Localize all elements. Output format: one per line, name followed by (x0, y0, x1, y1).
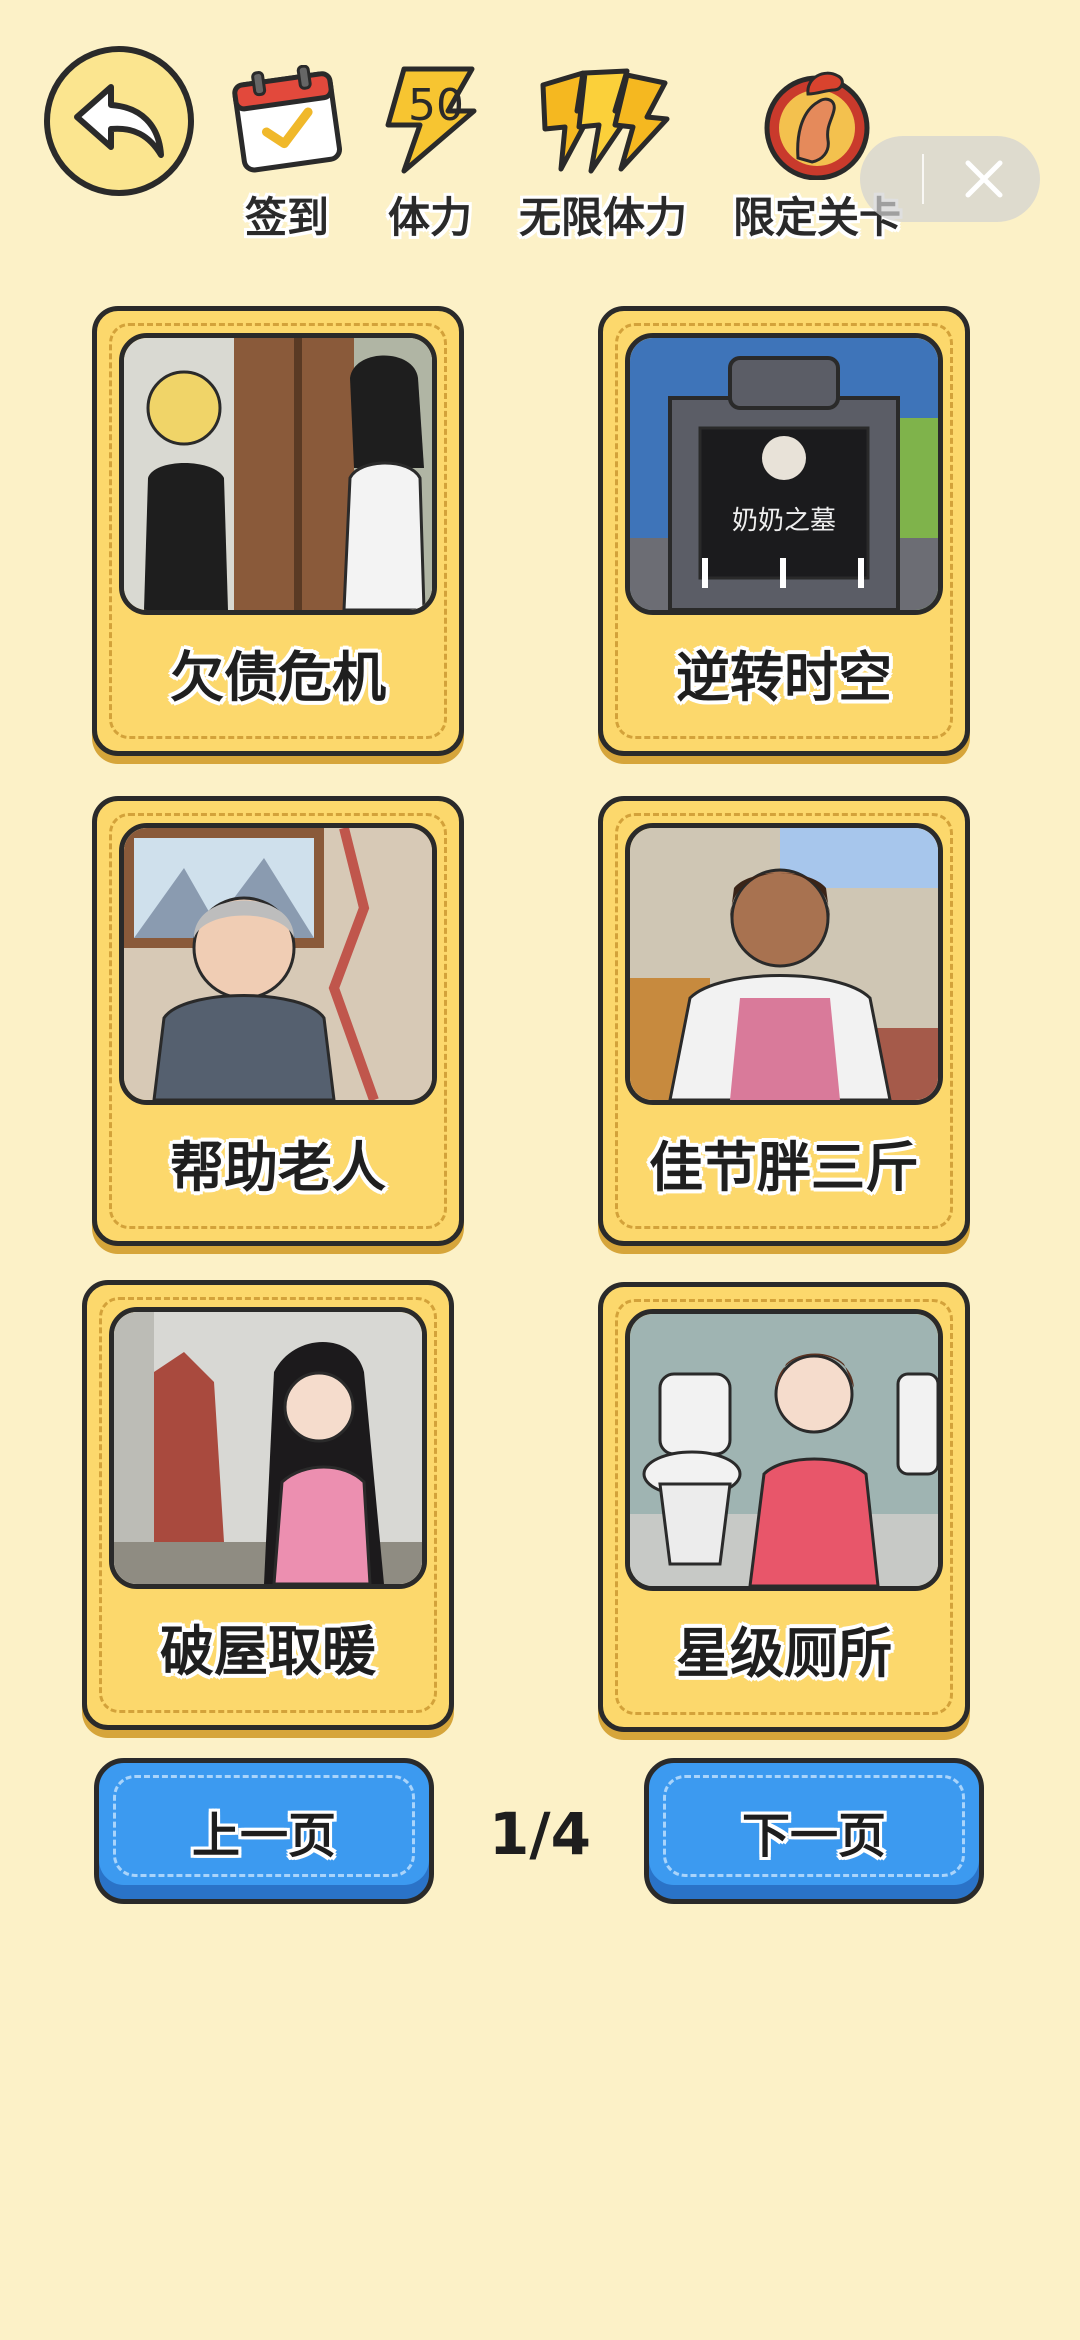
level-title: 佳节胖三斤 (649, 1136, 919, 1199)
level-card[interactable]: 欠债危机 (92, 306, 464, 756)
level-title: 欠债危机 (170, 646, 386, 709)
checkin-label: 签到 (244, 193, 329, 242)
level-thumbnail (109, 1307, 427, 1589)
calendar-icon (229, 60, 345, 180)
close-icon (965, 160, 1003, 198)
level-title: 星级厕所 (676, 1622, 892, 1685)
close-ad-button[interactable] (860, 136, 1040, 222)
checkin-button[interactable]: 签到 (222, 60, 352, 250)
lightning-icon: 50 (374, 60, 486, 180)
level-title: 破屋取暖 (160, 1620, 376, 1683)
level-thumbnail: 奶奶之墓 (625, 333, 943, 615)
page-indicator: 1/4 (489, 1800, 591, 1868)
level-card[interactable]: 破屋取暖 (82, 1280, 454, 1730)
next-page-label: 下一页 (741, 1808, 886, 1864)
unlimited-stamina-label: 无限体力 (518, 193, 687, 242)
back-button[interactable] (44, 46, 194, 196)
level-card[interactable]: 星级厕所 (598, 1282, 970, 1732)
level-thumbnail (119, 333, 437, 615)
stamina-button[interactable]: 50 体力 (370, 60, 490, 250)
level-thumbnail (625, 1309, 943, 1591)
stamina-label: 体力 (387, 193, 472, 242)
level-title: 帮助老人 (170, 1136, 386, 1199)
level-thumbnail (119, 823, 437, 1105)
level-title: 逆转时空 (676, 646, 892, 709)
level-card[interactable]: 奶奶之墓 逆转时空 (598, 306, 970, 756)
next-page-button[interactable]: 下一页 (644, 1758, 984, 1904)
unlimited-stamina-button[interactable]: 无限体力 (508, 60, 698, 250)
prev-page-button[interactable]: 上一页 (94, 1758, 434, 1904)
level-card[interactable]: 帮助老人 (92, 796, 464, 1246)
back-arrow-icon (74, 84, 164, 158)
stamina-value: 50 (408, 80, 464, 131)
level-card[interactable]: 佳节胖三斤 (598, 796, 970, 1246)
prev-page-label: 上一页 (191, 1808, 336, 1864)
pill-divider (922, 154, 924, 204)
level-thumbnail (625, 823, 943, 1105)
tomb-inscription: 奶奶之墓 (731, 506, 836, 536)
multi-lightning-icon (523, 60, 683, 180)
